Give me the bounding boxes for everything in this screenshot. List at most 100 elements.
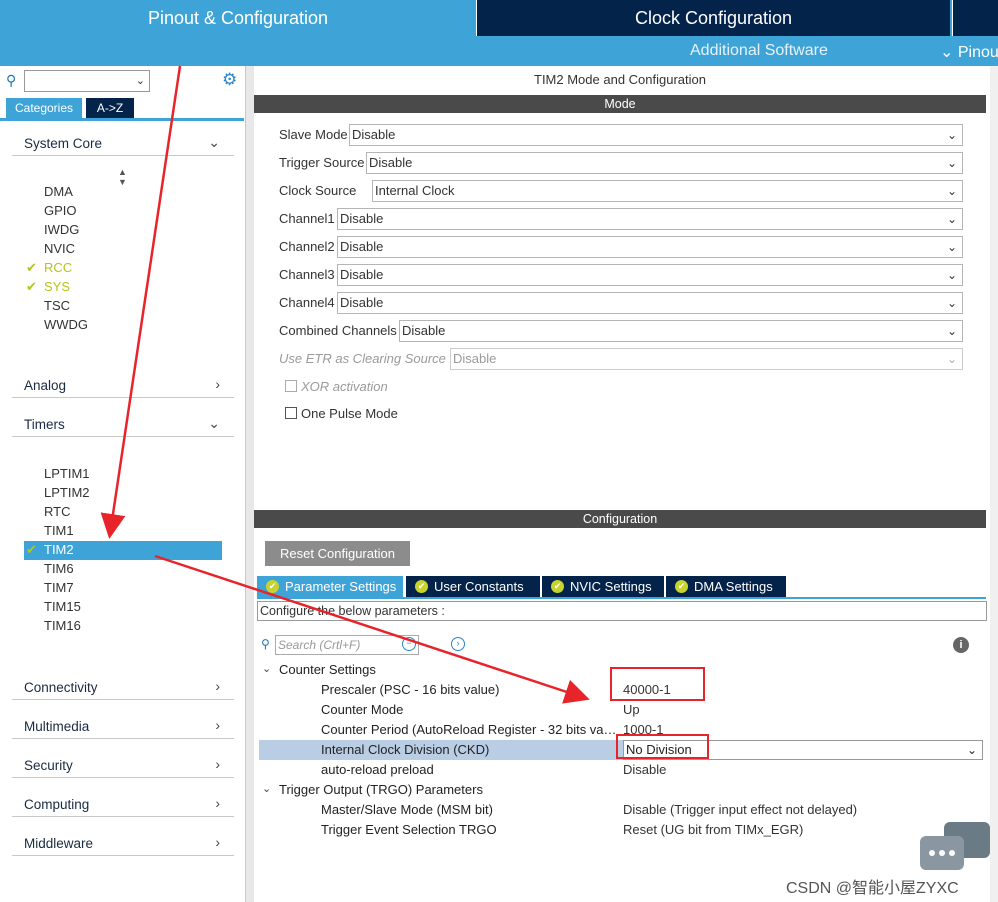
param-value[interactable]: Reset (UG bit from TIMx_EGR) — [623, 822, 803, 837]
group-timers[interactable]: Timers ⌄ — [12, 413, 234, 437]
sidebar-scrollbar[interactable] — [246, 66, 254, 902]
param-value[interactable]: Up — [623, 702, 640, 717]
group-analog[interactable]: Analog › — [12, 374, 234, 398]
one-pulse-mode-checkbox[interactable] — [285, 407, 297, 419]
group-label: Timers — [24, 417, 65, 432]
chevron-down-icon: ⌄ — [966, 743, 977, 757]
additional-software-link[interactable]: Additional Software — [690, 42, 828, 60]
list-item-tim2[interactable]: TIM2 — [44, 542, 74, 557]
xor-activation-label: XOR activation — [301, 379, 388, 394]
param-row-trgo-selection[interactable]: Trigger Event Selection TRGO Reset (UG b… — [259, 820, 983, 840]
select-value: Disable — [352, 127, 396, 142]
group-middleware[interactable]: Middleware › — [12, 832, 234, 856]
mode-row-clock-source: Clock Source Internal Clock ⌄ — [279, 180, 963, 202]
chevron-down-icon: ⌄ — [946, 184, 957, 198]
tab-clock-configuration[interactable]: Clock Configuration — [476, 0, 950, 36]
select-value: Disable — [369, 155, 413, 170]
list-item-tim1[interactable]: TIM1 — [44, 523, 74, 538]
parameter-search-input[interactable]: Search (Crtl+F) — [275, 635, 419, 655]
mode-row-channel1: Channel1 Disable ⌄ — [279, 208, 963, 230]
check-icon: ✔ — [26, 260, 37, 275]
group-trgo-parameters[interactable]: ⌄ Trigger Output (TRGO) Parameters — [259, 780, 983, 800]
check-icon: ✔ — [26, 279, 37, 294]
mode-row-channel2: Channel2 Disable ⌄ — [279, 236, 963, 258]
select-value: Internal Clock — [375, 183, 455, 198]
tab-pinout-configuration[interactable]: Pinout & Configuration — [0, 0, 476, 36]
xor-activation-checkbox[interactable] — [285, 380, 297, 392]
group-security[interactable]: Security › — [12, 754, 234, 778]
expand-all-icon[interactable]: › — [451, 637, 465, 651]
group-computing[interactable]: Computing › — [12, 793, 234, 817]
mode-row-combined-channels: Combined Channels Disable ⌄ — [279, 320, 963, 342]
highlight-clock-division — [616, 734, 709, 759]
group-label: Connectivity — [24, 680, 98, 695]
list-item-nvic[interactable]: NVIC — [44, 241, 75, 256]
group-label: Counter Settings — [279, 662, 376, 677]
mode-label: Combined Channels — [279, 323, 397, 338]
group-label: Analog — [24, 378, 67, 393]
tab-more[interactable] — [952, 0, 998, 36]
list-item-tsc[interactable]: TSC — [44, 298, 70, 313]
list-item-iwdg[interactable]: IWDG — [44, 222, 79, 237]
mode-header: Mode — [254, 95, 986, 113]
info-icon[interactable]: i — [953, 637, 969, 653]
etr-clearing-select[interactable]: Disable ⌄ — [450, 348, 963, 370]
chevron-down-icon: ⌄ — [208, 134, 220, 150]
list-item-rtc[interactable]: RTC — [44, 504, 70, 519]
mode-label: Channel1 — [279, 211, 335, 226]
list-item-tim15[interactable]: TIM15 — [44, 599, 81, 614]
tab-a-z[interactable]: A->Z — [86, 98, 134, 118]
tab-parameter-settings[interactable]: ✔ Parameter Settings — [257, 576, 403, 597]
list-item-lptim1[interactable]: LPTIM1 — [44, 466, 90, 481]
group-system-core[interactable]: System Core ⌄ — [12, 132, 234, 156]
pinout-menu[interactable]: ⌄ Pinou — [940, 42, 998, 62]
param-value[interactable]: Disable (Trigger input effect not delaye… — [623, 802, 857, 817]
param-row-auto-reload[interactable]: auto-reload preload Disable — [259, 760, 983, 780]
list-item-tim16[interactable]: TIM16 — [44, 618, 81, 633]
group-label: Trigger Output (TRGO) Parameters — [279, 782, 483, 797]
sidebar-search-input[interactable]: ⌄ — [24, 70, 150, 92]
param-row-msm[interactable]: Master/Slave Mode (MSM bit) Disable (Tri… — [259, 800, 983, 820]
chevron-down-icon: ⌄ — [946, 296, 957, 310]
list-item-lptim2[interactable]: LPTIM2 — [44, 485, 90, 500]
mode-label: Channel3 — [279, 267, 335, 282]
configure-hint: Configure the below parameters : — [257, 601, 987, 621]
sort-icon[interactable]: ▲ ▼ — [118, 167, 127, 187]
mode-row-slave-mode: Slave Mode Disable ⌄ — [279, 124, 963, 146]
group-multimedia[interactable]: Multimedia › — [12, 715, 234, 739]
chat-icon — [920, 822, 990, 870]
list-item-wwdg[interactable]: WWDG — [44, 317, 88, 332]
tab-user-constants[interactable]: ✔ User Constants — [406, 576, 540, 597]
combined-channels-select[interactable]: Disable ⌄ — [399, 320, 963, 342]
collapse-all-icon[interactable]: − — [402, 637, 416, 651]
group-connectivity[interactable]: Connectivity › — [12, 676, 234, 700]
group-label: System Core — [24, 136, 103, 151]
channel2-select[interactable]: Disable ⌄ — [337, 236, 963, 258]
list-item-tim7[interactable]: TIM7 — [44, 580, 74, 595]
tab-dma-settings[interactable]: ✔ DMA Settings — [666, 576, 786, 597]
gear-icon[interactable]: ⚙ — [222, 70, 237, 90]
param-row-counter-mode[interactable]: Counter Mode Up — [259, 700, 983, 720]
list-item-rcc[interactable]: RCC — [44, 260, 72, 275]
param-value[interactable]: Disable — [623, 762, 666, 777]
channel1-select[interactable]: Disable ⌄ — [337, 208, 963, 230]
list-item-gpio[interactable]: GPIO — [44, 203, 77, 218]
reset-configuration-button[interactable]: Reset Configuration — [265, 541, 410, 566]
group-label: Multimedia — [24, 719, 90, 734]
list-item-dma[interactable]: DMA — [44, 184, 73, 199]
search-icon: ⚲ — [6, 72, 17, 88]
clock-source-select[interactable]: Internal Clock ⌄ — [372, 180, 963, 202]
list-item-sys[interactable]: SYS — [44, 279, 70, 294]
tab-categories[interactable]: Categories — [6, 98, 82, 118]
slave-mode-select[interactable]: Disable ⌄ — [349, 124, 963, 146]
main-scrollbar[interactable] — [990, 66, 998, 902]
one-pulse-mode-label: One Pulse Mode — [301, 406, 398, 421]
channel3-select[interactable]: Disable ⌄ — [337, 264, 963, 286]
check-circle-icon: ✔ — [266, 580, 279, 593]
list-item-tim6[interactable]: TIM6 — [44, 561, 74, 576]
mode-row-channel3: Channel3 Disable ⌄ — [279, 264, 963, 286]
channel4-select[interactable]: Disable ⌄ — [337, 292, 963, 314]
mode-row-trigger-source: Trigger Source Disable ⌄ — [279, 152, 963, 174]
tab-nvic-settings[interactable]: ✔ NVIC Settings — [542, 576, 664, 597]
trigger-source-select[interactable]: Disable ⌄ — [366, 152, 963, 174]
